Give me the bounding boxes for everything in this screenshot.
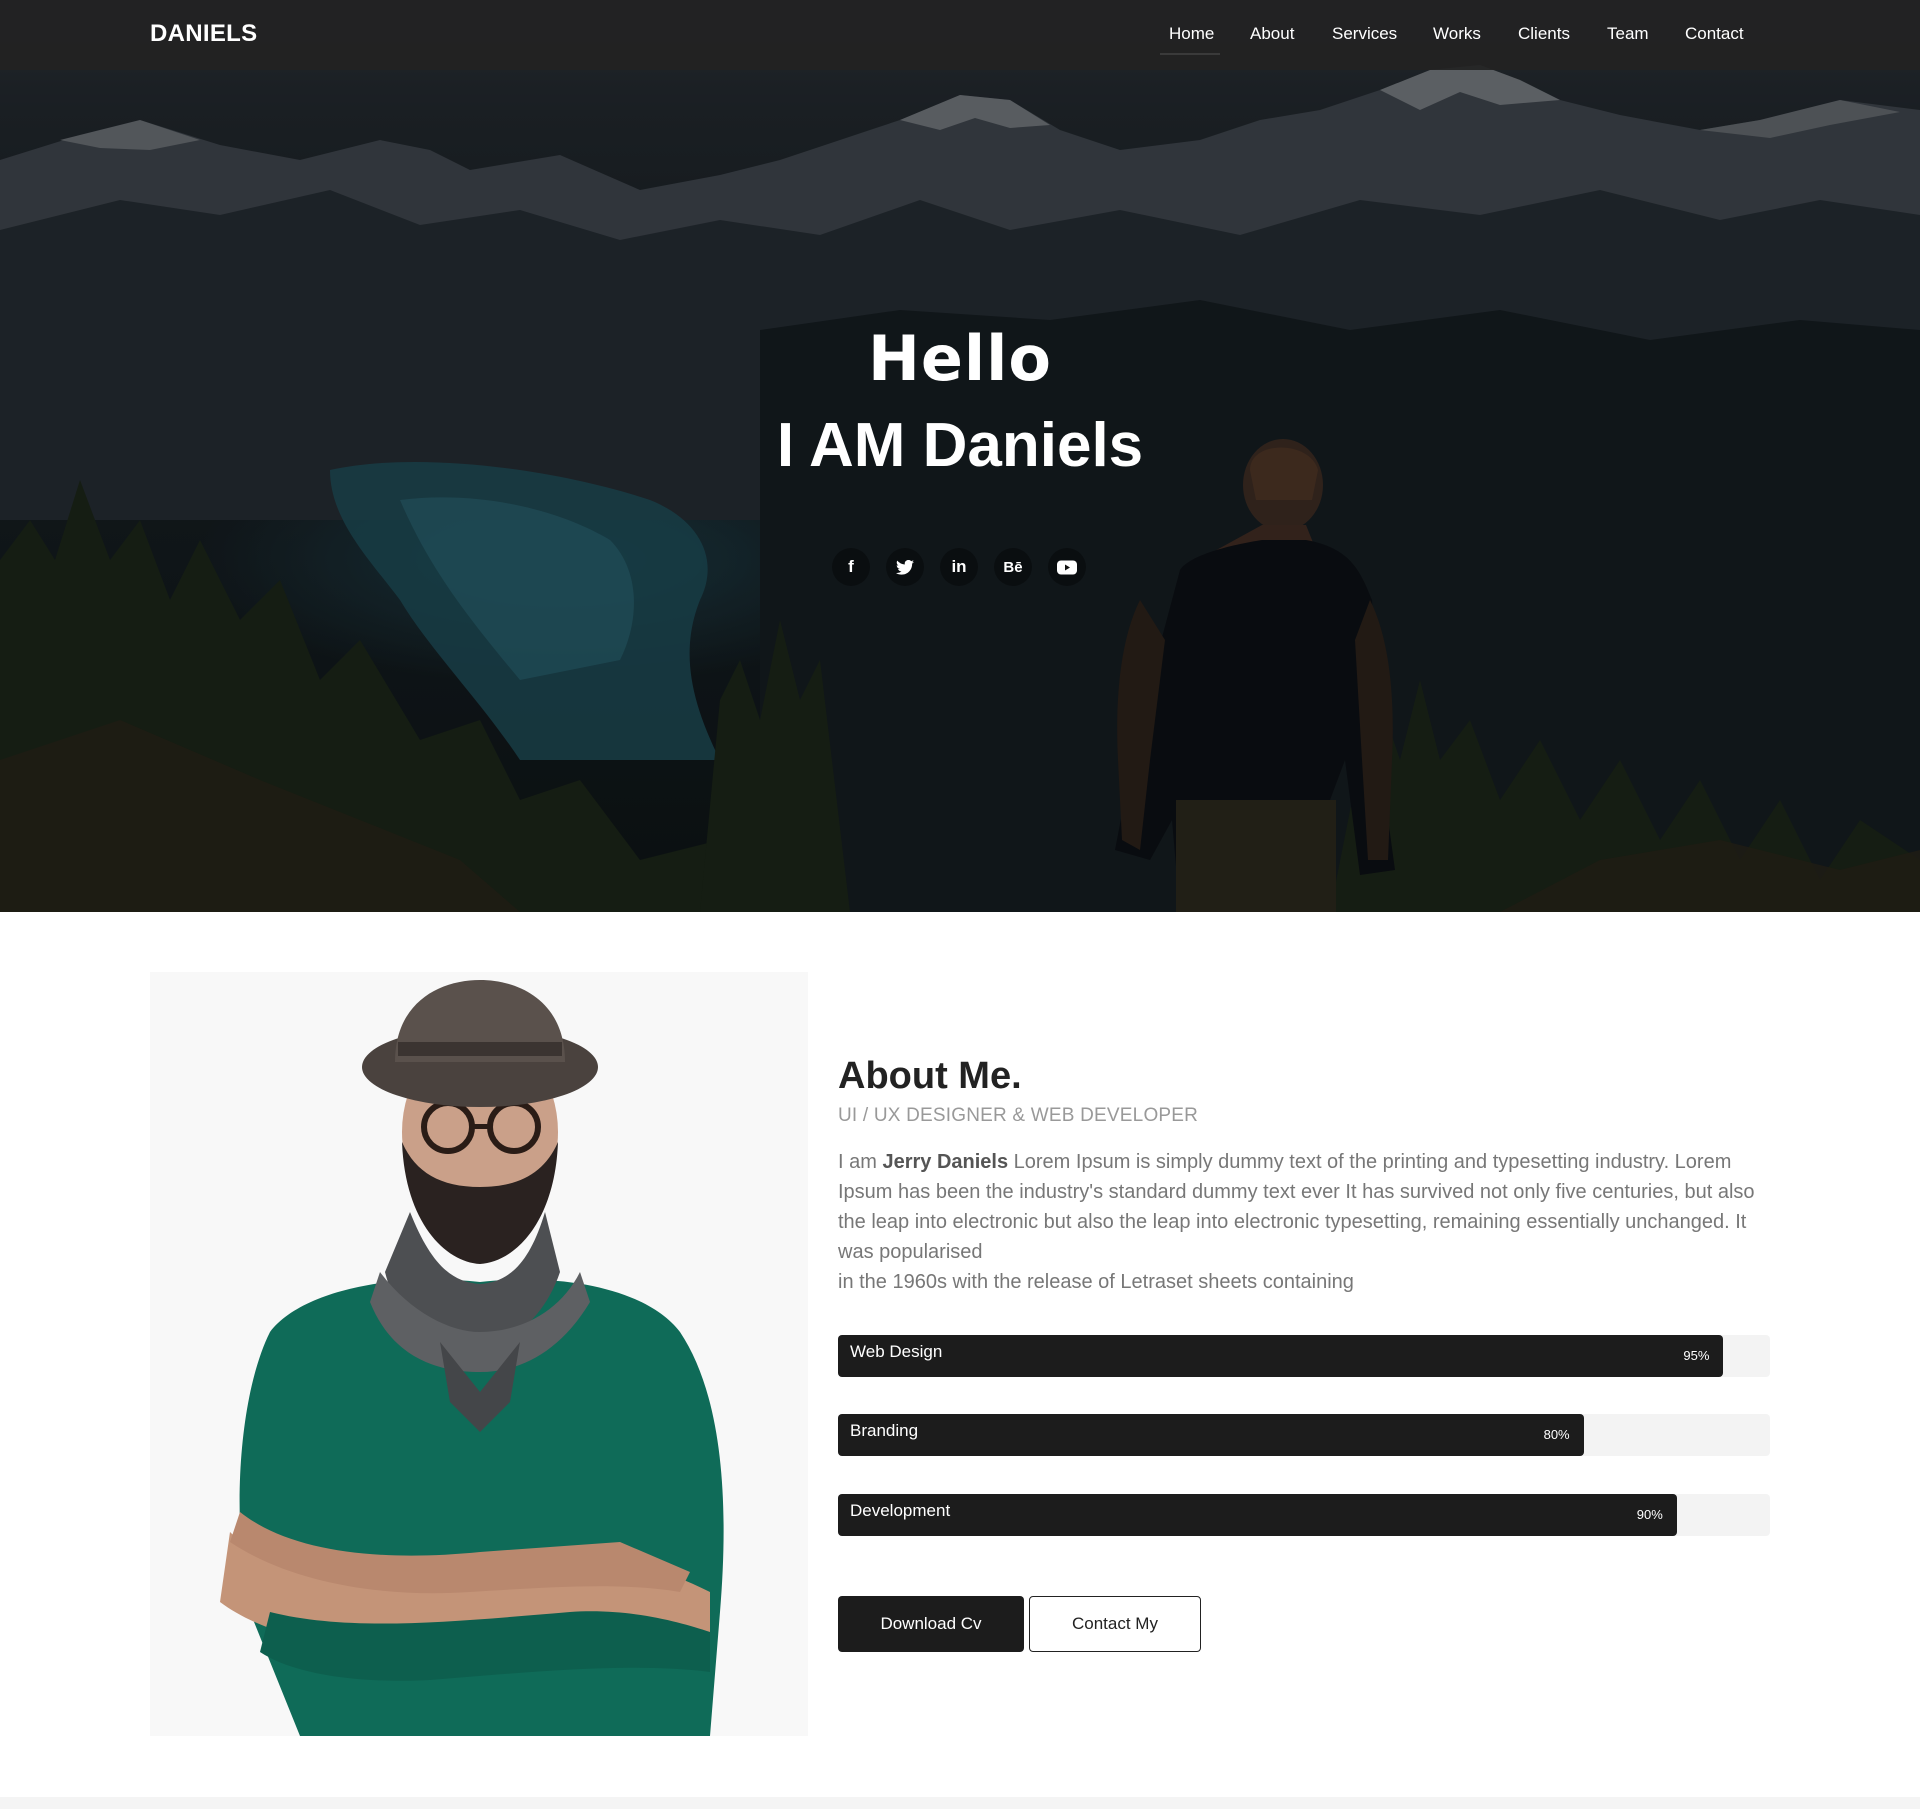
facebook-icon[interactable]: f xyxy=(832,548,870,586)
behance-icon[interactable]: Bē xyxy=(994,548,1032,586)
skill-name: Branding xyxy=(850,1421,919,1440)
profile-photo xyxy=(150,972,808,1736)
skill-fill xyxy=(838,1414,1584,1456)
skill-name: Development xyxy=(850,1501,951,1520)
nav-team[interactable]: Team xyxy=(1607,24,1649,44)
nav-active-indicator xyxy=(1160,53,1220,55)
twitter-icon[interactable] xyxy=(886,548,924,586)
contact-button[interactable]: Contact My xyxy=(1029,1596,1201,1652)
social-links: f in Bē xyxy=(832,548,1086,586)
skill-percent: 90% xyxy=(1636,1507,1663,1522)
brand-logo[interactable]: DANIELS xyxy=(150,20,257,48)
about-name: Jerry Daniels xyxy=(882,1151,1009,1173)
hero-section: DANIELS Home About Services Works Client… xyxy=(0,0,1920,912)
skill-percent: 80% xyxy=(1543,1427,1570,1442)
hero-subtitle: I AM Daniels xyxy=(776,411,1144,480)
profile-illustration xyxy=(150,972,808,1736)
nav-contact[interactable]: Contact xyxy=(1685,24,1744,44)
nav-home[interactable]: Home xyxy=(1169,24,1214,44)
nav-clients[interactable]: Clients xyxy=(1518,24,1570,44)
about-description: I am Jerry Daniels Lorem Ipsum is simply… xyxy=(838,1147,1768,1297)
next-section-edge xyxy=(0,1797,1920,1809)
linkedin-icon[interactable]: in xyxy=(940,548,978,586)
about-role: UI / UX DESIGNER & WEB DEVELOPER xyxy=(838,1105,1199,1126)
top-navbar: DANIELS Home About Services Works Client… xyxy=(0,0,1920,70)
skill-bar-web-design: Web Design 95% xyxy=(838,1335,1770,1377)
hero-title: Hello xyxy=(867,322,1053,395)
nav-about[interactable]: About xyxy=(1250,24,1294,44)
skill-bar-branding: Branding 80% xyxy=(838,1414,1770,1456)
about-body-2: in the 1960s with the release of Letrase… xyxy=(838,1271,1354,1293)
about-intro: I am xyxy=(838,1151,883,1173)
nav-works[interactable]: Works xyxy=(1433,24,1481,44)
skill-name: Web Design xyxy=(850,1342,943,1361)
download-cv-button[interactable]: Download Cv xyxy=(838,1596,1024,1652)
youtube-icon[interactable] xyxy=(1048,548,1086,586)
skill-fill xyxy=(838,1494,1677,1536)
skill-percent: 95% xyxy=(1683,1348,1710,1363)
nav-services[interactable]: Services xyxy=(1332,24,1397,44)
about-title: About Me. xyxy=(838,1055,1022,1097)
skill-bar-development: Development 90% xyxy=(838,1494,1770,1536)
skill-fill xyxy=(838,1335,1724,1377)
